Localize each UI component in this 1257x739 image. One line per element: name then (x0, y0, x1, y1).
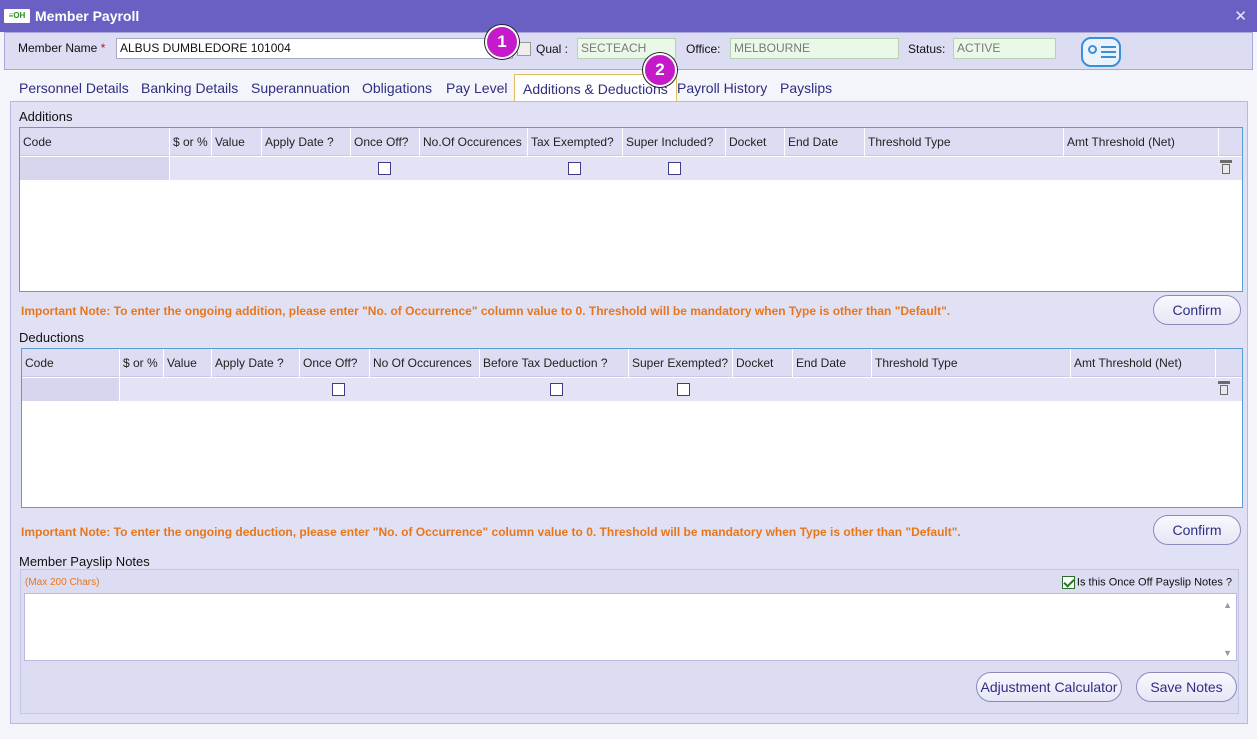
before-tax-deduction-checkbox[interactable] (550, 383, 563, 396)
column-header[interactable]: $ or % (120, 349, 164, 377)
tab-payslips[interactable]: Payslips (780, 80, 832, 96)
column-header[interactable]: $ or % (170, 128, 212, 156)
table-row[interactable] (22, 378, 1242, 401)
deductions-important-note: Important Note: To enter the ongoing ded… (21, 525, 961, 539)
payslip-notes-textarea[interactable] (24, 593, 1237, 661)
column-header[interactable]: Value (164, 349, 212, 377)
column-header[interactable]: End Date (793, 349, 872, 377)
deductions-title: Deductions (19, 330, 85, 345)
column-header[interactable]: Threshold Type (865, 128, 1064, 156)
row-selector[interactable] (20, 157, 170, 180)
window-title: Member Payroll (35, 8, 140, 24)
required-mark: * (100, 41, 106, 55)
additions-grid-header: Code $ or % Value Apply Date ? Once Off?… (20, 128, 1242, 156)
app-logo: ≡OH (4, 9, 30, 23)
title-bar: ≡OH Member Payroll ✕ (0, 0, 1257, 32)
tab-pay-level[interactable]: Pay Level (446, 80, 507, 96)
super-exempted-checkbox[interactable] (677, 383, 690, 396)
once-off-checkbox[interactable] (378, 162, 391, 175)
column-header[interactable]: Threshold Type (872, 349, 1071, 377)
tab-obligations[interactable]: Obligations (362, 80, 432, 96)
table-row[interactable] (20, 157, 1242, 180)
row-selector[interactable] (22, 378, 120, 401)
callout-badge-2: 2 (643, 53, 677, 87)
once-off-notes-option[interactable]: Is this Once Off Payslip Notes ? (1061, 576, 1232, 589)
column-header[interactable]: Docket (726, 128, 785, 156)
column-header[interactable]: Code (20, 128, 170, 156)
column-header[interactable]: Once Off? (351, 128, 420, 156)
scroll-up-icon[interactable]: ▲ (1223, 600, 1232, 610)
member-name-field[interactable]: ALBUS DUMBLEDORE 101004 (116, 38, 513, 59)
callout-badge-1: 1 (485, 25, 519, 59)
column-header[interactable]: No.Of Occurences (420, 128, 528, 156)
column-header[interactable]: Super Exempted? (629, 349, 733, 377)
additions-title: Additions (19, 109, 73, 124)
column-header[interactable]: Before Tax Deduction ? (480, 349, 629, 377)
office-label: Office: (686, 42, 721, 56)
column-header[interactable]: Docket (733, 349, 793, 377)
tab-bar: Personnel Details Banking Details Supera… (10, 74, 1250, 102)
scroll-down-icon[interactable]: ▼ (1223, 648, 1232, 658)
save-notes-button[interactable]: Save Notes (1136, 672, 1237, 702)
column-header[interactable]: Code (22, 349, 120, 377)
super-included-checkbox[interactable] (668, 162, 681, 175)
column-header[interactable]: Super Included? (623, 128, 726, 156)
deductions-confirm-button[interactable]: Confirm (1153, 515, 1241, 545)
column-header[interactable]: Tax Exempted? (528, 128, 623, 156)
status-label: Status: (908, 42, 946, 56)
tab-superannuation[interactable]: Superannuation (251, 80, 350, 96)
additions-confirm-button[interactable]: Confirm (1153, 295, 1241, 325)
column-header[interactable]: Apply Date ? (262, 128, 351, 156)
column-header[interactable]: Once Off? (300, 349, 370, 377)
tax-exempted-checkbox[interactable] (568, 162, 581, 175)
additions-grid: Code $ or % Value Apply Date ? Once Off?… (19, 127, 1243, 292)
delete-row-icon[interactable] (1220, 160, 1232, 174)
adjustment-calculator-button[interactable]: Adjustment Calculator (976, 672, 1122, 702)
once-off-notes-label: Is this Once Off Payslip Notes ? (1076, 576, 1232, 589)
once-off-notes-checkbox[interactable] (1061, 576, 1075, 589)
column-header[interactable]: No Of Occurences (370, 349, 480, 377)
column-header[interactable]: Amt Threshold (Net) (1064, 128, 1219, 156)
deductions-grid: Code $ or % Value Apply Date ? Once Off?… (21, 348, 1243, 508)
column-header[interactable]: Value (212, 128, 262, 156)
once-off-checkbox[interactable] (332, 383, 345, 396)
max-chars-hint: (Max 200 Chars) (25, 577, 100, 588)
column-header[interactable]: Apply Date ? (212, 349, 300, 377)
column-header[interactable]: Amt Threshold (Net) (1071, 349, 1216, 377)
tab-banking-details[interactable]: Banking Details (141, 80, 238, 96)
status-field: ACTIVE (953, 38, 1056, 59)
qual-label: Qual : (536, 42, 569, 56)
additions-important-note: Important Note: To enter the ongoing add… (21, 304, 951, 318)
additions-deductions-panel: Additions Code $ or % Value Apply Date ?… (10, 101, 1248, 724)
payslip-notes-panel: (Max 200 Chars) Is this Once Off Payslip… (20, 569, 1239, 714)
member-name-label: Member Name * (18, 41, 106, 55)
member-lookup-button[interactable] (517, 42, 531, 56)
office-field: MELBOURNE (730, 38, 899, 59)
tab-payroll-history[interactable]: Payroll History (677, 80, 767, 96)
member-header: Member Name * ALBUS DUMBLEDORE 101004 Qu… (4, 32, 1253, 70)
column-header[interactable]: End Date (785, 128, 865, 156)
tab-personnel-details[interactable]: Personnel Details (19, 80, 129, 96)
payslip-notes-title: Member Payslip Notes (19, 554, 150, 569)
deductions-grid-header: Code $ or % Value Apply Date ? Once Off?… (22, 349, 1242, 377)
delete-row-icon[interactable] (1218, 381, 1230, 395)
id-card-icon[interactable] (1081, 37, 1121, 67)
close-icon[interactable]: ✕ (1234, 7, 1247, 25)
